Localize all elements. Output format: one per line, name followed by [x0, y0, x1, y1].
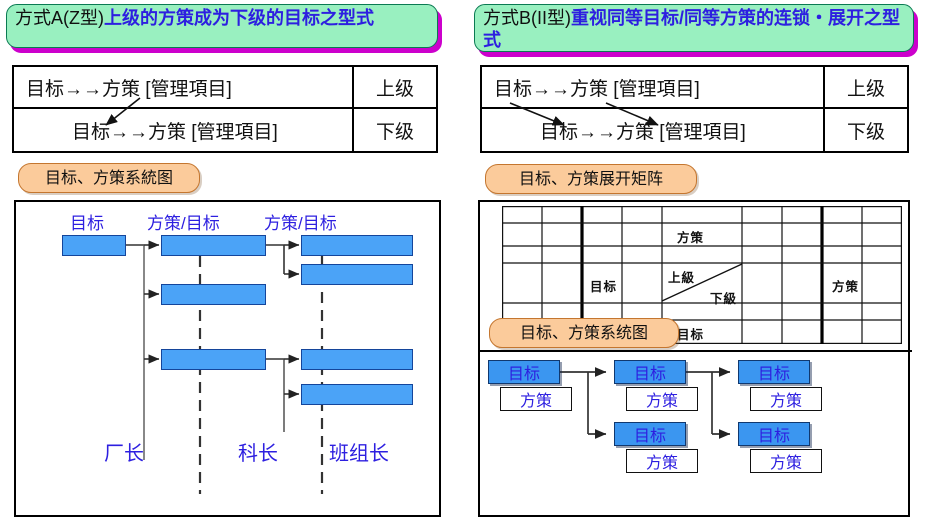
left-banner-prefix: 方式A(Z型): [15, 8, 104, 28]
right-table-row2-level: 下级: [846, 121, 885, 143]
right-table-row2-text: 目标→→方策 [管理項目]: [540, 121, 746, 143]
left-column-header-1: 方策/目标: [147, 214, 220, 233]
left-diagram-box: [161, 235, 266, 256]
left-diagram-box: [301, 349, 413, 370]
right-table-row1-level: 上级: [846, 78, 885, 100]
table-row: 目标→→方策 [管理項目] 上级: [482, 67, 907, 109]
left-diagram-box: [301, 384, 413, 405]
table-row: 目标→→方策 [管理項目] 上级: [14, 67, 436, 109]
matrix-label-diagonal-lower: 下級: [710, 292, 738, 306]
left-table-row1-level: 上级: [375, 78, 414, 100]
tree-goal-box: 目标: [738, 360, 810, 384]
left-diagram-box: [62, 235, 126, 256]
right-table-row1-main: 目标→→方策 [管理項目]: [482, 67, 825, 107]
left-table-row1-text: 目标→→方策 [管理項目]: [26, 78, 232, 100]
table-row: 目标→→方策 [管理項目] 下级: [14, 109, 436, 151]
tree-plan-box: 方策: [626, 449, 698, 473]
left-role-label-0: 厂长: [104, 443, 144, 465]
tree-plan-box: 方策: [626, 387, 698, 411]
tree-goal-box: 目标: [488, 360, 560, 384]
tree-goal-box: 目标: [614, 422, 686, 446]
left-table-row2-main: 目标→→方策 [管理項目]: [14, 109, 354, 151]
table-row: 目标→→方策 [管理項目] 下级: [482, 109, 907, 151]
left-column-header-2: 方策/目标: [264, 214, 337, 233]
left-table-row2-level: 下级: [375, 121, 414, 143]
left-pill-system-diagram: 目标、方策系統图: [18, 163, 200, 193]
tree-goal-box: 目标: [738, 422, 810, 446]
matrix-label-left-center: 目标: [590, 280, 618, 294]
left-diagram-box: [301, 235, 413, 256]
left-diagram-panel: 目标 方策/目标 方策/目标 厂长 科长 班组长: [14, 200, 441, 517]
matrix-label-top-center: 方策: [677, 231, 705, 245]
left-diagram-box: [161, 284, 266, 305]
tree-goal-box: 目标: [614, 360, 686, 384]
tree-plan-box: 方策: [750, 449, 822, 473]
left-table-row1-main: 目标→→方策 [管理項目]: [14, 67, 354, 107]
left-role-label-1: 科长: [238, 443, 278, 465]
tree-section-divider: [480, 350, 912, 352]
slide-canvas: 方式A(Z型)上级的方策成为下级的目标之型式 目标→→方策 [管理項目] 上级 …: [0, 0, 931, 521]
tree-plan-box: 方策: [500, 387, 572, 411]
right-table-row2-main: 目标→→方策 [管理項目]: [482, 109, 825, 151]
left-banner-emphasis: 上级的方策成为下级的目标之型式: [104, 8, 374, 28]
matrix-label-diagonal-upper: 上級: [668, 271, 696, 285]
right-table-row1-text: 目标→→方策 [管理項目]: [494, 78, 700, 100]
matrix-label-right-center: 方策: [832, 280, 860, 294]
left-diagram-box: [161, 349, 266, 370]
right-pill-matrix: 目标、方策展开矩阵: [485, 164, 697, 194]
matrix-label-bottom-center: 目标: [677, 328, 705, 342]
right-banner: 方式B(II型)重视同等目标/同等方策的连锁・展开之型式: [474, 4, 914, 52]
right-banner-prefix: 方式B(II型): [483, 8, 571, 28]
right-table: 目标→→方策 [管理項目] 上级 目标→→方策 [管理項目] 下级: [480, 65, 909, 153]
right-diagram-panel: 方策 目标 方策 目标 上級 下級 目标 方策 目标 方策 目标 方策 目标 方…: [478, 200, 912, 517]
left-column-header-0: 目标: [70, 214, 104, 233]
left-table-row2-text: 目标→→方策 [管理項目]: [72, 121, 278, 143]
left-table: 目标→→方策 [管理項目] 上级 目标→→方策 [管理項目] 下级: [12, 65, 438, 153]
left-diagram-box: [301, 264, 413, 285]
tree-plan-box: 方策: [750, 387, 822, 411]
right-pill-system-diagram: 目标、方策系统图: [489, 318, 679, 348]
left-banner: 方式A(Z型)上级的方策成为下级的目标之型式: [6, 4, 438, 48]
left-role-label-2: 班组长: [329, 443, 389, 465]
